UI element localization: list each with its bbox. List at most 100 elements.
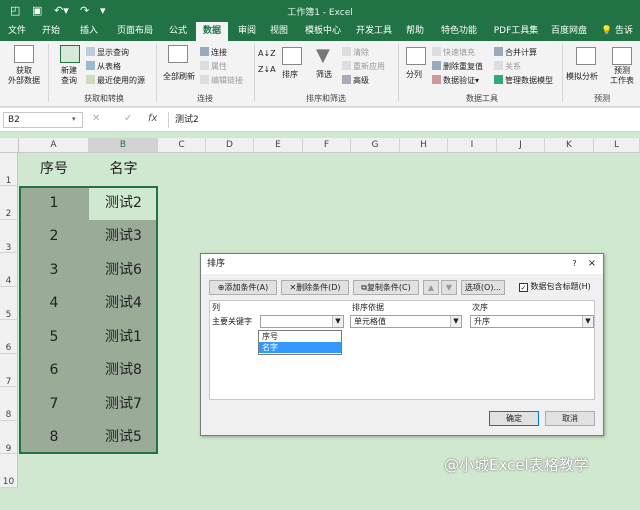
delete-level-button[interactable]: ✕删除条件(D) [281, 280, 349, 295]
formula-input[interactable]: 测试2 [168, 112, 636, 128]
column-header-b[interactable]: B [89, 138, 158, 153]
show-query-button[interactable]: 显示查询 [86, 47, 129, 58]
properties-button[interactable]: 属性 [200, 61, 227, 72]
text-to-columns-button[interactable]: 分列 [406, 69, 422, 80]
enter-icon[interactable]: ✓ [124, 113, 132, 124]
edit-links-button[interactable]: 编辑链接 [200, 75, 243, 86]
flash-fill-button[interactable]: 快速填充 [432, 47, 475, 58]
data-validation-button[interactable]: 数据验证▾ [432, 75, 479, 86]
row-header-3[interactable]: 3 [0, 220, 18, 253]
tab-pdf-tools[interactable]: PDF工具集 [488, 22, 544, 41]
column-header-f[interactable]: F [303, 138, 351, 153]
column-header-l[interactable]: L [594, 138, 640, 153]
clear-button[interactable]: 清除 [342, 47, 369, 58]
cancel-button[interactable]: 取消 [545, 411, 595, 426]
column-header-g[interactable]: G [351, 138, 400, 153]
name-box[interactable]: B2 [3, 112, 83, 128]
column-header-k[interactable]: K [545, 138, 594, 153]
remove-duplicates-button[interactable]: 删除重复值 [432, 61, 483, 72]
row-header-5[interactable]: 5 [0, 287, 18, 320]
sort-az-icon[interactable]: A↓Z [258, 49, 276, 58]
cancel-icon[interactable]: ✕ [92, 113, 100, 124]
row-header-9[interactable]: 9 [0, 421, 18, 454]
row-header-1[interactable]: 1 [0, 153, 18, 186]
tab-page-layout[interactable]: 页面布局 [110, 22, 160, 41]
refresh-all-button[interactable]: 全部刷新 [160, 71, 198, 82]
cell-b2[interactable]: 测试2 [89, 186, 158, 220]
manage-data-model-button[interactable]: 管理数据模型 [494, 75, 553, 86]
row-header-2[interactable]: 2 [0, 186, 18, 220]
tab-home[interactable]: 开始 [34, 22, 68, 41]
column-header-h[interactable]: H [400, 138, 448, 153]
name-box-dropdown-icon[interactable]: ▾ [72, 115, 76, 123]
dropdown-option-serial[interactable]: 序号 [259, 331, 341, 342]
ok-button[interactable]: 确定 [489, 411, 539, 426]
cell-b6[interactable]: 测试1 [89, 320, 158, 354]
sort-on-combo[interactable]: 单元格值 ▼ [350, 315, 462, 328]
recent-sources-button[interactable]: 最近使用的源 [86, 75, 145, 86]
close-button[interactable]: × [585, 258, 599, 270]
tab-review[interactable]: 审阅 [232, 22, 262, 41]
options-button[interactable]: 选项(O)... [461, 280, 505, 295]
from-table-button[interactable]: 从表格 [86, 61, 121, 72]
tab-special[interactable]: 特色功能 [436, 22, 482, 41]
tab-template-center[interactable]: 模板中心 [298, 22, 348, 41]
column-header-d[interactable]: D [206, 138, 254, 153]
column-header-c[interactable]: C [158, 138, 206, 153]
move-up-button[interactable]: ▲ [423, 280, 439, 295]
filter-button[interactable]: 筛选 [316, 69, 332, 80]
tab-formulas[interactable]: 公式 [162, 22, 194, 41]
consolidate-button[interactable]: 合并计算 [494, 47, 537, 58]
cell-a9[interactable]: 8 [19, 421, 89, 454]
column-header-a[interactable]: A [19, 138, 89, 153]
cell-b9[interactable]: 测试5 [89, 421, 158, 454]
relationships-button[interactable]: 关系 [494, 61, 521, 72]
tab-file[interactable]: 文件 [2, 22, 32, 41]
row-header-10[interactable]: 10 [0, 454, 18, 488]
select-all-corner[interactable] [0, 138, 19, 153]
new-query-button[interactable]: 新建 查询 [54, 66, 84, 86]
cell-b3[interactable]: 测试3 [89, 220, 158, 253]
cell-a4[interactable]: 3 [19, 253, 89, 287]
header-cell-name[interactable]: 名字 [89, 153, 158, 186]
reapply-button[interactable]: 重新应用 [342, 61, 385, 72]
dropdown-option-name[interactable]: 名字 [259, 342, 341, 353]
cell-a6[interactable]: 5 [19, 320, 89, 354]
column-header-e[interactable]: E [254, 138, 303, 153]
get-external-data-button[interactable]: 获取 外部数据 [4, 66, 44, 86]
order-combo[interactable]: 升序 ▼ [470, 315, 594, 328]
tab-view[interactable]: 视图 [264, 22, 294, 41]
tell-me[interactable]: 💡 告诉 [596, 22, 638, 41]
column-combo[interactable]: ▼ [260, 315, 344, 328]
add-level-button[interactable]: ⊕添加条件(A) [209, 280, 277, 295]
has-headers-checkbox[interactable]: ✓ 数据包含标题(H) [519, 281, 591, 292]
cell-b8[interactable]: 测试7 [89, 387, 158, 421]
copy-level-button[interactable]: ⧉复制条件(C) [353, 280, 419, 295]
tab-help[interactable]: 帮助 [400, 22, 430, 41]
cell-a8[interactable]: 7 [19, 387, 89, 421]
sort-button[interactable]: 排序 [282, 69, 298, 80]
advanced-button[interactable]: 高级 [342, 75, 369, 86]
column-header-i[interactable]: I [448, 138, 497, 153]
row-header-6[interactable]: 6 [0, 320, 18, 354]
cell-b5[interactable]: 测试4 [89, 287, 158, 320]
forecast-sheet-button[interactable]: 预测 工作表 [606, 66, 638, 86]
cell-a2[interactable]: 1 [19, 186, 89, 220]
help-button[interactable]: ? [568, 258, 581, 270]
cell-a3[interactable]: 2 [19, 220, 89, 253]
cell-a5[interactable]: 4 [19, 287, 89, 320]
move-down-button[interactable]: ▼ [441, 280, 457, 295]
what-if-analysis-button[interactable]: 模拟分析 [566, 71, 598, 82]
row-header-8[interactable]: 8 [0, 387, 18, 421]
row-header-7[interactable]: 7 [0, 354, 18, 387]
tab-data[interactable]: 数据 [196, 22, 228, 41]
row-header-4[interactable]: 4 [0, 253, 18, 287]
cell-b7[interactable]: 测试8 [89, 354, 158, 387]
cell-b4[interactable]: 测试6 [89, 253, 158, 287]
header-cell-serial[interactable]: 序号 [19, 153, 89, 186]
sort-za-icon[interactable]: Z↓A [258, 65, 276, 74]
cell-a7[interactable]: 6 [19, 354, 89, 387]
tab-baidu[interactable]: 百度网盘 [548, 22, 590, 41]
tab-insert[interactable]: 插入 [72, 22, 106, 41]
column-header-j[interactable]: J [497, 138, 545, 153]
